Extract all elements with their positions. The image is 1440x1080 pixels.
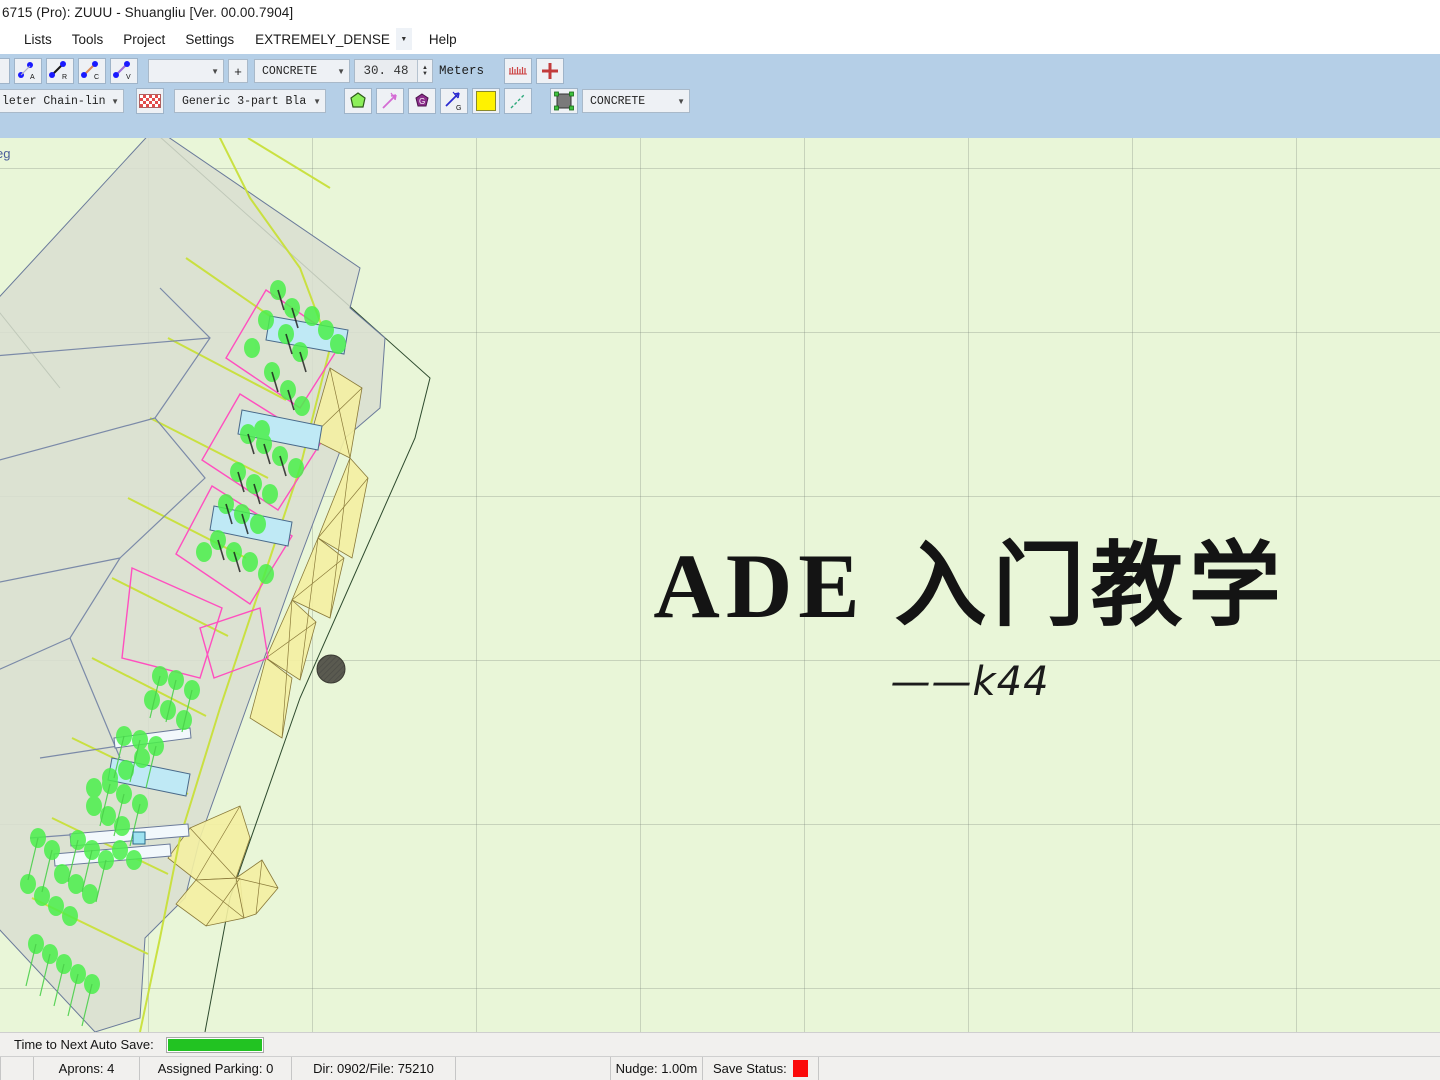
window-title: 6715 (Pro): ZUUU - Shuangliu [Ver. 00.00… (2, 4, 294, 20)
status-cell-save-status: Save Status: (703, 1057, 819, 1080)
plus-cross-icon[interactable] (536, 58, 565, 84)
density-dropdown-value: EXTREMELY_DENSE (255, 31, 390, 47)
status-cell-assigned-parking: Assigned Parking: 0 (140, 1057, 292, 1080)
checker-pattern-icon[interactable] (136, 88, 164, 114)
svg-text:A: A (30, 74, 35, 81)
units-label: Meters (439, 64, 485, 78)
chevron-down-icon: ▼ (211, 66, 219, 76)
purple-gate-g-icon[interactable]: G (408, 88, 436, 114)
blast-type-dropdown[interactable]: Generic 3-part Blast ] ▼ (174, 89, 326, 113)
selected-shape-icon[interactable] (550, 88, 578, 114)
save-status-label: Save Status: (713, 1061, 787, 1076)
chevron-down-icon: ▼ (395, 28, 412, 50)
checker-swatch (139, 94, 161, 108)
title-bar: 6715 (Pro): ZUUU - Shuangliu [Ver. 00.00… (0, 0, 1440, 24)
menu-bar: Lists Tools Project Settings EXTREMELY_D… (0, 24, 1440, 54)
map-canvas[interactable]: eg (0, 138, 1440, 1032)
comb-marking-icon[interactable] (504, 58, 533, 84)
status-bar: Aprons: 4 Assigned Parking: 0 Dir: 0902/… (0, 1056, 1440, 1080)
green-polygon-icon[interactable] (344, 88, 372, 114)
surface-type-value: CONCRETE (262, 64, 318, 78)
width-spinner-value[interactable]: 30. 48 (355, 64, 417, 78)
circular-structure (316, 654, 346, 684)
status-cell-nudge: Nudge: 1.00m (611, 1057, 703, 1080)
status-cell-dir-file: Dir: 0902/File: 75210 (292, 1057, 456, 1080)
toolbar-area: A R C V ▼ + CONCRETE ▼ 30. 48 ▲ ▼ Meters… (0, 54, 1440, 138)
autosave-label: Time to Next Auto Save: (14, 1037, 154, 1052)
surface-type-dropdown[interactable]: CONCRETE ▼ (254, 59, 350, 83)
add-node-r-tool[interactable]: R (46, 58, 74, 84)
chevron-down-icon: ▼ (337, 66, 345, 76)
magenta-arrow-icon[interactable] (376, 88, 404, 114)
menu-item-help[interactable]: Help (419, 29, 467, 50)
save-status-indicator (792, 1060, 808, 1077)
menu-item-tools[interactable]: Tools (62, 29, 114, 50)
material-dropdown-value: CONCRETE (590, 94, 646, 108)
add-layer-button[interactable]: + (228, 59, 248, 83)
density-dropdown[interactable]: EXTREMELY_DENSE ▼ (248, 27, 415, 51)
svg-text:R: R (62, 74, 67, 81)
autosave-progress-fill (167, 1038, 262, 1051)
blast-type-value: Generic 3-part Blast ] (182, 94, 307, 108)
svg-text:C: C (94, 74, 99, 81)
material-dropdown[interactable]: CONCRETE ▼ (582, 89, 690, 113)
add-node-a-tool[interactable]: A (14, 58, 42, 84)
color-swatch-fill (476, 91, 496, 111)
fence-type-dropdown[interactable]: leter Chain-link w: ▼ (0, 89, 124, 113)
menu-item-lists[interactable]: Lists (14, 29, 62, 50)
menu-item-project[interactable]: Project (113, 29, 175, 50)
svg-text:V: V (126, 74, 131, 81)
dashed-line-icon[interactable] (504, 88, 532, 114)
width-spinner[interactable]: 30. 48 ▲ ▼ (354, 59, 433, 83)
selected-node-marker (132, 831, 146, 845)
autosave-bar: Time to Next Auto Save: (0, 1032, 1440, 1056)
status-cell-blank-2 (456, 1057, 611, 1080)
spinner-arrows-icon[interactable]: ▲ ▼ (417, 60, 432, 82)
yellow-color-swatch[interactable] (472, 88, 500, 114)
svg-text:G: G (456, 105, 461, 111)
toolbar-row-2: leter Chain-link w: ▼ Generic 3-part Bla… (0, 86, 1440, 116)
blue-arrow-g-icon[interactable]: G (440, 88, 468, 114)
menu-item-settings[interactable]: Settings (175, 29, 244, 50)
add-node-v-tool[interactable]: V (110, 58, 138, 84)
toolbar-row-1: A R C V ▼ + CONCRETE ▼ 30. 48 ▲ ▼ Meters (0, 56, 1440, 86)
autosave-progress-bar (165, 1036, 264, 1053)
add-node-c-tool[interactable]: C (78, 58, 106, 84)
chevron-down-icon: ▼ (111, 96, 119, 106)
fence-type-value: leter Chain-link w: (2, 94, 106, 108)
svg-text:G: G (419, 97, 425, 106)
application-window: 6715 (Pro): ZUUU - Shuangliu [Ver. 00.00… (0, 0, 1440, 1080)
chevron-down-icon: ▼ (677, 96, 685, 106)
status-cell-aprons: Aprons: 4 (34, 1057, 140, 1080)
chevron-down-icon: ▼ (313, 96, 321, 106)
status-cell-blank-1 (0, 1057, 34, 1080)
layer-dropdown[interactable]: ▼ (148, 59, 224, 83)
airport-layout-drawing (0, 138, 431, 1032)
clipped-tool-button[interactable] (0, 58, 10, 84)
